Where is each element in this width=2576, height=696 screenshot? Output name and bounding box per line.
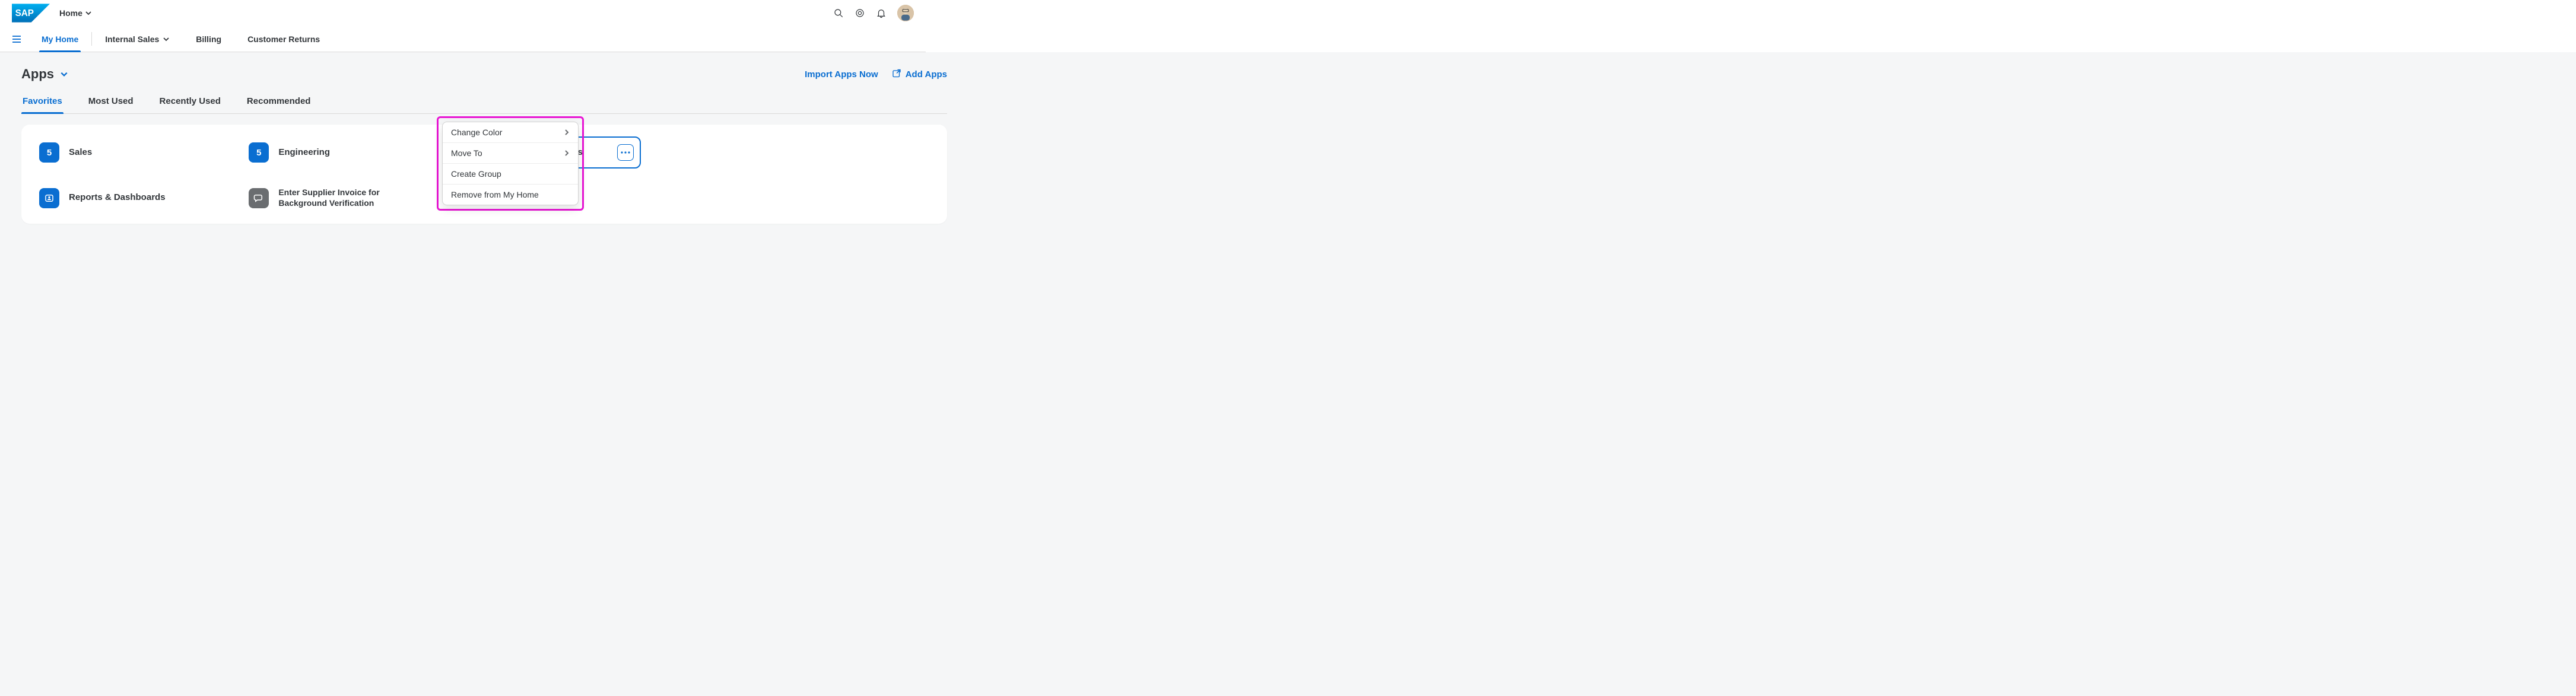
person-card-icon xyxy=(39,188,59,208)
space-title-label: Home xyxy=(59,8,82,18)
tile-label: Sales xyxy=(69,147,92,158)
tile-more-button[interactable] xyxy=(617,144,634,161)
tab-recently-used[interactable]: Recently Used xyxy=(158,90,222,113)
search-icon[interactable] xyxy=(833,8,844,18)
svg-text:SAP: SAP xyxy=(15,8,34,18)
import-apps-button[interactable]: Import Apps Now xyxy=(805,69,878,80)
chat-icon xyxy=(249,188,269,208)
nav-item-label: Internal Sales xyxy=(105,34,159,44)
folder-count-icon: 5 xyxy=(39,142,59,163)
tile-label: Engineering xyxy=(278,147,330,158)
tab-label: Recently Used xyxy=(160,96,221,106)
avatar[interactable] xyxy=(897,5,914,21)
tile-label: Reports & Dashboards xyxy=(69,192,166,204)
tab-label: Favorites xyxy=(23,96,62,106)
section-header: Apps Import Apps Now Add Apps xyxy=(21,66,947,82)
nav-item-internal-sales[interactable]: Internal Sales xyxy=(92,26,183,52)
tab-label: Recommended xyxy=(247,96,311,106)
nav-item-customer-returns[interactable]: Customer Returns xyxy=(234,26,333,52)
annotation-highlight: Change Color Move To Create Group Remove… xyxy=(437,116,584,211)
nav-item-label: My Home xyxy=(42,34,78,44)
tab-most-used[interactable]: Most Used xyxy=(87,90,135,113)
chevron-down-icon xyxy=(85,9,92,17)
tab-recommended[interactable]: Recommended xyxy=(246,90,312,113)
shellbar: SAP Home xyxy=(0,0,926,26)
tile-supplier-invoice[interactable]: Enter Supplier Invoice for Background Ve… xyxy=(245,184,431,212)
tile-engineering[interactable]: 5 Engineering xyxy=(245,136,431,169)
tab-label: Most Used xyxy=(88,96,134,106)
nav-bar: My Home Internal Sales Billing Customer … xyxy=(0,26,926,52)
import-apps-label: Import Apps Now xyxy=(805,69,878,80)
menu-item-remove-from-home[interactable]: Remove from My Home xyxy=(443,185,578,205)
menu-item-create-group[interactable]: Create Group xyxy=(443,164,578,185)
menu-item-move-to[interactable]: Move To xyxy=(443,143,578,164)
sap-logo[interactable]: SAP xyxy=(0,4,50,23)
page: Apps Import Apps Now Add Apps Favorites … xyxy=(0,52,2576,696)
add-apps-button[interactable]: Add Apps xyxy=(891,69,947,80)
nav-item-billing[interactable]: Billing xyxy=(183,26,234,52)
menu-item-label: Move To xyxy=(451,148,482,158)
nav-item-label: Billing xyxy=(196,34,221,44)
section-collapse-toggle[interactable] xyxy=(60,70,68,78)
copilot-icon[interactable] xyxy=(855,8,865,18)
tile-context-menu: Change Color Move To Create Group Remove… xyxy=(442,122,579,205)
folder-count-icon: 5 xyxy=(249,142,269,163)
section-title: Apps xyxy=(21,66,54,82)
add-apps-label: Add Apps xyxy=(906,69,947,80)
nav-item-label: Customer Returns xyxy=(247,34,320,44)
tab-favorites[interactable]: Favorites xyxy=(21,90,63,113)
menu-item-change-color[interactable]: Change Color xyxy=(443,122,578,143)
menu-item-label: Change Color xyxy=(451,128,502,137)
tile-label: Enter Supplier Invoice for Background Ve… xyxy=(278,187,397,208)
apps-card: 5 Sales 5 Engineering Commercial Project… xyxy=(21,125,947,224)
nav-item-my-home[interactable]: My Home xyxy=(28,26,91,52)
menu-item-label: Create Group xyxy=(451,169,501,179)
add-icon xyxy=(891,69,902,80)
notification-icon[interactable] xyxy=(876,8,887,18)
chevron-right-icon xyxy=(564,129,570,135)
menu-toggle[interactable] xyxy=(5,26,28,52)
tile-sales[interactable]: 5 Sales xyxy=(36,136,221,169)
tile-reports-dashboards[interactable]: Reports & Dashboards xyxy=(36,184,221,212)
space-selector[interactable]: Home xyxy=(55,8,97,18)
menu-item-label: Remove from My Home xyxy=(451,190,539,199)
chevron-down-icon xyxy=(163,36,170,43)
apps-tabs: Favorites Most Used Recently Used Recomm… xyxy=(21,90,947,114)
more-icon xyxy=(621,151,630,154)
chevron-right-icon xyxy=(564,150,570,156)
